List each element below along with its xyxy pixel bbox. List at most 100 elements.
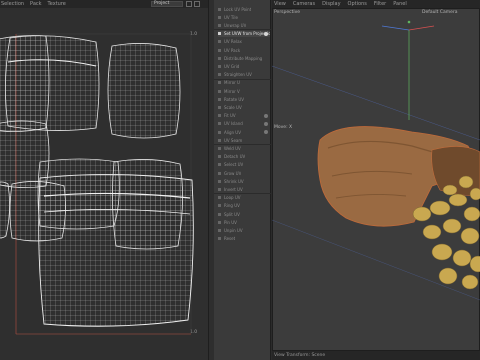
command-settings-gear-icon[interactable] [264, 113, 268, 118]
command-settings-gear-icon[interactable] [264, 130, 268, 134]
command-icon [218, 105, 221, 109]
command-label: Invert UV [224, 186, 243, 192]
command-icon [218, 81, 221, 85]
command-item[interactable]: Ring UV [218, 203, 270, 209]
command-label: Select UV [224, 162, 244, 168]
command-item[interactable]: UV Grid [218, 63, 270, 69]
command-item[interactable]: Straighten UV [218, 72, 270, 78]
command-label: Reset [224, 236, 236, 242]
command-icon [218, 212, 221, 216]
command-item[interactable]: Loop UV [218, 195, 270, 201]
command-item[interactable]: Weld UV [218, 145, 270, 151]
command-label: Detach UV [224, 154, 246, 160]
command-item[interactable]: UV Pack [218, 47, 270, 53]
command-icon [218, 138, 221, 142]
command-item[interactable]: Grow UV [218, 170, 270, 176]
command-label: UV Relax [224, 39, 242, 45]
uv-island [0, 181, 10, 239]
command-icon [218, 196, 221, 200]
command-item[interactable]: Lock UV Point [218, 6, 270, 12]
command-icon [218, 187, 221, 191]
command-icon [218, 155, 221, 159]
command-icon [218, 228, 221, 232]
command-label: Lock UV Point [224, 6, 252, 12]
command-icon [218, 23, 221, 27]
command-label: UV Pack [224, 47, 241, 53]
command-item[interactable]: UV Island [218, 121, 270, 127]
command-label: UV Grid [224, 63, 240, 69]
command-label: UV Tile [224, 14, 238, 20]
command-item[interactable]: Rotate UV [218, 96, 270, 102]
command-icon [218, 7, 221, 11]
command-item[interactable]: UV Relax [218, 39, 270, 45]
uv-island [107, 43, 181, 139]
command-item[interactable]: Scale UV [218, 104, 270, 110]
command-icon [218, 204, 221, 208]
command-label: Ring UV [224, 203, 240, 209]
command-item[interactable]: Pin UV [218, 219, 270, 225]
command-item[interactable]: UV Seam [218, 137, 270, 143]
viewport-scene[interactable] [272, 0, 480, 360]
command-icon [218, 130, 221, 134]
command-label: Rotate UV [224, 96, 245, 102]
command-item[interactable]: Shrink UV [218, 178, 270, 184]
command-item[interactable]: Fit UV [218, 113, 270, 119]
command-icon [218, 73, 221, 77]
gizmo-y-handle [407, 20, 411, 24]
uv-canvas[interactable] [0, 0, 208, 360]
command-icon [218, 56, 221, 60]
command-label: Loop UV [224, 195, 241, 201]
command-icon [218, 237, 221, 241]
command-icon [218, 171, 221, 175]
command-item[interactable]: Split UV [218, 211, 270, 217]
panel-strip [209, 0, 214, 360]
command-item[interactable]: Set UVW from Projection [218, 30, 270, 37]
command-label: Straighten UV [224, 72, 252, 78]
viewport-status-bar: View Transform: Scene [272, 351, 480, 360]
uv-island-large [38, 173, 194, 327]
command-item[interactable]: Unwrap UV [218, 22, 270, 28]
command-icon [218, 122, 221, 126]
command-icon [218, 64, 221, 68]
command-item[interactable]: Select UV [218, 162, 270, 168]
command-label: Pin UV [224, 219, 237, 225]
command-label: Weld UV [224, 145, 241, 151]
command-icon [218, 179, 221, 183]
command-item[interactable]: Unpin UV [218, 227, 270, 233]
command-label: Mirror U [224, 80, 240, 86]
command-label: Unwrap UV [224, 22, 247, 28]
command-item[interactable]: Mirror U [218, 80, 270, 86]
command-icon [218, 114, 221, 118]
command-icon [218, 48, 221, 52]
command-item[interactable]: Reset [218, 236, 270, 242]
command-label: Grow UV [224, 170, 242, 176]
command-label: Mirror V [224, 88, 240, 94]
command-item[interactable]: Distribute Mapping [218, 55, 270, 61]
command-item[interactable]: Detach UV [218, 154, 270, 160]
command-label: Distribute Mapping [224, 55, 263, 61]
command-item[interactable]: Invert UV [218, 186, 270, 192]
command-label: Shrink UV [224, 178, 244, 184]
gizmo-x-axis [408, 25, 435, 31]
command-item[interactable]: UV Tile [218, 14, 270, 20]
uv-editor-panel: Selection Pack Texture Project 1.0 1.0 [0, 0, 208, 360]
command-icon [218, 163, 221, 167]
command-icon [218, 146, 221, 150]
command-settings-gear-icon[interactable] [264, 31, 268, 36]
command-icon [218, 15, 221, 19]
command-icon [218, 97, 221, 101]
viewport-panel: View Cameras Display Options Filter Pane… [272, 0, 480, 360]
command-item[interactable]: Align UV [218, 129, 270, 135]
command-label: UV Seam [224, 137, 243, 143]
command-settings-gear-icon[interactable] [264, 121, 268, 126]
command-item[interactable]: Mirror V [218, 88, 270, 94]
command-label: Fit UV [224, 113, 236, 119]
command-label: UV Island [224, 121, 243, 127]
command-label: Scale UV [224, 104, 242, 110]
command-label: Split UV [224, 211, 240, 217]
command-icon [218, 32, 221, 36]
uv-commands-panel: Lock UV Point UV Tile Unwrap UV Set UVW fro… [208, 0, 272, 360]
command-icon [218, 89, 221, 93]
command-icon [218, 40, 221, 44]
command-label: Align UV [224, 129, 241, 135]
